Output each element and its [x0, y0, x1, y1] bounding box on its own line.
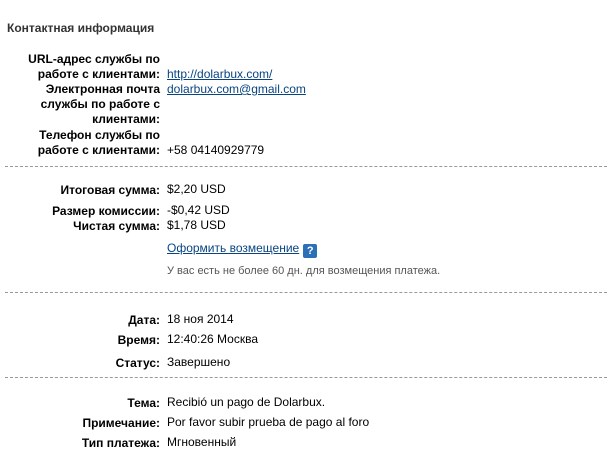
- time-value: 12:40:26 Москва: [167, 332, 259, 346]
- separator: [5, 377, 607, 378]
- net-amount-value: $1,78 USD: [167, 218, 226, 232]
- total-amount-value: $2,20 USD: [167, 182, 226, 196]
- separator: [5, 292, 607, 293]
- status-label: Статус:: [115, 356, 160, 370]
- subject-value: Recibió un pago de Dolarbux.: [167, 395, 326, 409]
- status-value: Завершено: [167, 355, 231, 369]
- payment-type-value: Мгновенный: [167, 435, 237, 449]
- section-title-contact: Контактная информация: [7, 21, 155, 35]
- email-label-line2: службы по работе с: [40, 97, 160, 111]
- subject-label: Тема:: [127, 396, 160, 410]
- refund-deadline-note: У вас есть не более 60 дн. для возмещени…: [167, 265, 441, 277]
- fee-amount-value: -$0,42 USD: [167, 203, 230, 217]
- url-label-line1: URL-адрес службы по: [28, 52, 160, 66]
- customer-service-url-link[interactable]: http://dolarbux.com/: [167, 67, 272, 82]
- note-label: Примечание:: [82, 416, 160, 430]
- net-amount-label: Чистая сумма:: [73, 219, 160, 233]
- fee-amount-label: Размер комиссии:: [52, 204, 160, 218]
- note-value: Por favor subir prueba de pago al foro: [167, 415, 370, 429]
- email-label-line3: клиентами:: [92, 112, 160, 126]
- phone-label-line1: Телефон службы по: [39, 128, 160, 142]
- url-label-line2: работе с клиентами:: [37, 67, 160, 81]
- email-label-line1: Электронная почта: [45, 82, 160, 96]
- question-mark-icon[interactable]: ?: [303, 244, 318, 258]
- payment-type-label: Тип платежа:: [81, 436, 160, 450]
- refund-row: Оформить возмещение?: [167, 241, 318, 258]
- issue-refund-link[interactable]: Оформить возмещение: [167, 241, 299, 255]
- separator: [5, 166, 607, 167]
- date-label: Дата:: [128, 313, 160, 327]
- customer-service-phone-value: +58 04140929779: [167, 143, 265, 157]
- phone-label-line2: работе с клиентами:: [37, 143, 160, 157]
- total-amount-label: Итоговая сумма:: [60, 183, 160, 197]
- customer-service-email-link[interactable]: dolarbux.com@gmail.com: [167, 82, 306, 97]
- time-label: Время:: [117, 333, 160, 347]
- date-value: 18 ноя 2014: [167, 312, 234, 326]
